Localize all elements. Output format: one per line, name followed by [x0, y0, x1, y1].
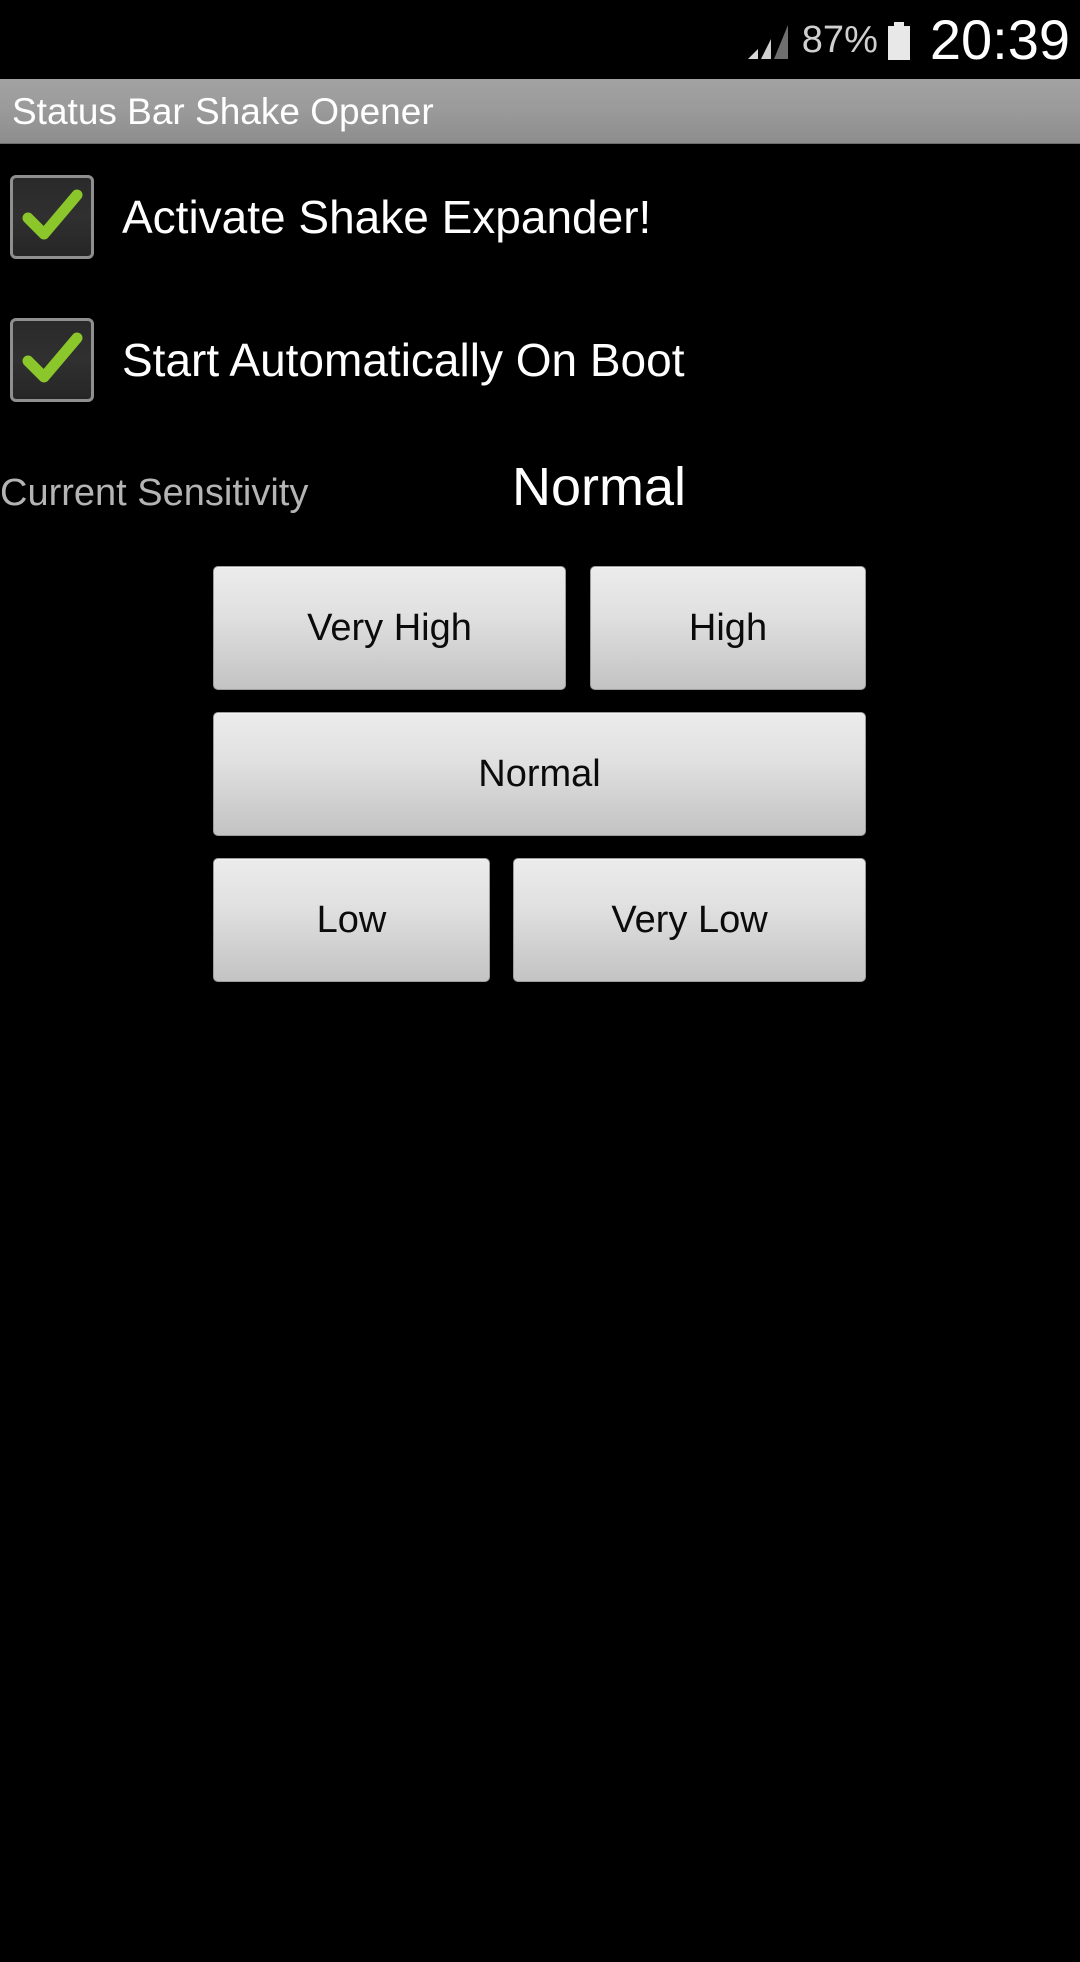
- checkbox-row-start-on-boot[interactable]: Start Automatically On Boot: [10, 317, 1080, 403]
- battery-body: [887, 25, 910, 60]
- empty-area: [0, 982, 1080, 1962]
- sensitivity-button-row-2: Normal: [213, 712, 866, 836]
- app-title-bar: Status Bar Shake Opener: [0, 79, 1080, 144]
- sensitivity-button-high[interactable]: High: [590, 566, 866, 690]
- battery-percent-label: 87%: [801, 18, 878, 61]
- checkbox-label-start-on-boot[interactable]: Start Automatically On Boot: [122, 337, 685, 383]
- current-sensitivity-value: Normal: [512, 457, 687, 517]
- main-content: Activate Shake Expander! Start Automatic…: [0, 144, 1080, 1962]
- signal-bars-icon: [747, 24, 788, 59]
- checkbox-start-on-boot[interactable]: [10, 318, 94, 402]
- sensitivity-button-normal[interactable]: Normal: [213, 712, 866, 836]
- current-sensitivity-row: Current Sensitivity Normal: [0, 460, 1080, 540]
- page-title: Status Bar Shake Opener: [12, 90, 434, 132]
- sensitivity-button-row-1: Very High High: [213, 566, 866, 690]
- battery-full-icon: [887, 21, 910, 60]
- check-mark-icon: [22, 332, 83, 383]
- status-bar-clock: 20:39: [929, 7, 1070, 71]
- sensitivity-button-row-3: Low Very Low: [213, 858, 866, 982]
- status-bar-right-cluster: 87% 20:39: [746, 7, 1070, 71]
- check-mark-icon: [22, 189, 83, 240]
- sensitivity-button-very-low[interactable]: Very Low: [513, 858, 866, 982]
- sensitivity-button-very-high[interactable]: Very High: [213, 566, 566, 690]
- checkbox-activate-shake-expander[interactable]: [10, 175, 94, 259]
- checkbox-label-activate-shake-expander[interactable]: Activate Shake Expander!: [122, 194, 651, 240]
- sensitivity-button-grid: Very High High Normal Low Very Low: [213, 566, 866, 982]
- current-sensitivity-label: Current Sensitivity: [0, 472, 309, 514]
- status-bar: 87% 20:39: [0, 0, 1080, 79]
- checkbox-row-activate-shake-expander[interactable]: Activate Shake Expander!: [10, 174, 1080, 260]
- sensitivity-button-low[interactable]: Low: [213, 858, 490, 982]
